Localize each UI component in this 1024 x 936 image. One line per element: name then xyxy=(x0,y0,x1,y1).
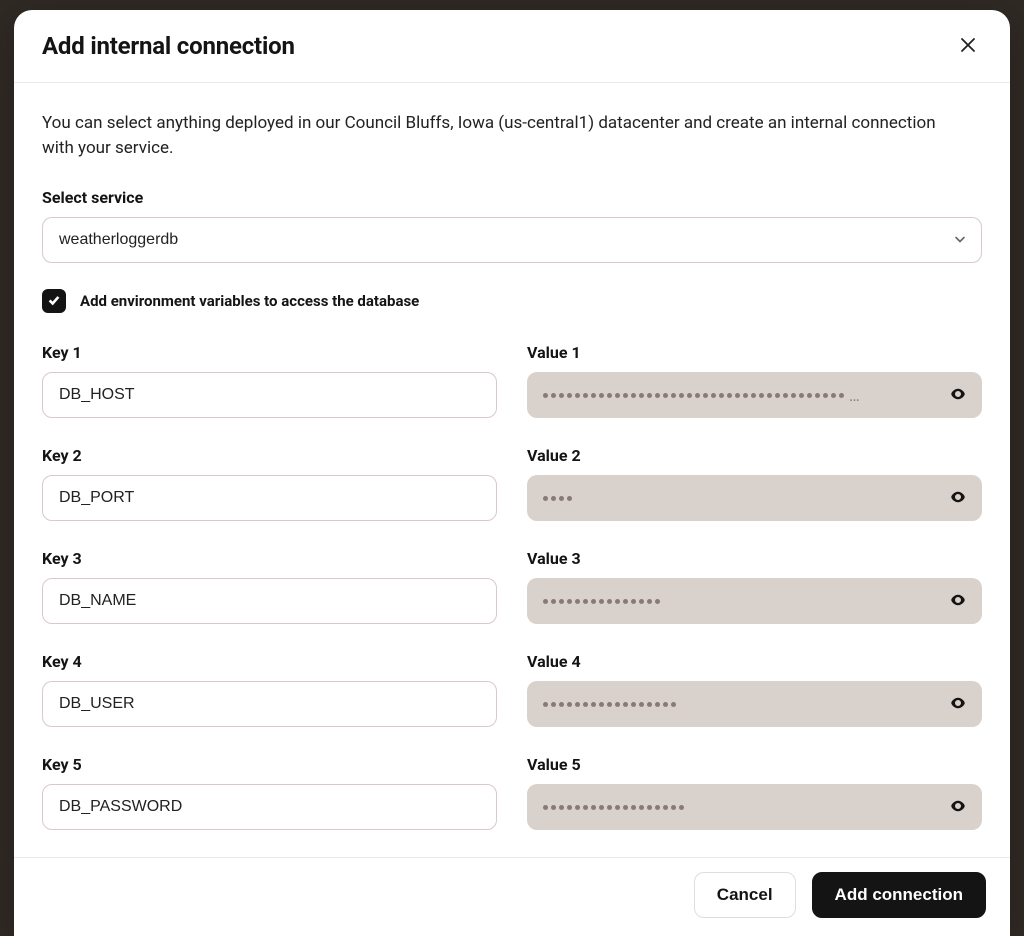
env-key-label: Key 4 xyxy=(42,652,497,671)
env-value-field[interactable]: … xyxy=(527,372,982,418)
modal-body: You can select anything deployed in our … xyxy=(14,83,1010,857)
modal-header: Add internal connection xyxy=(14,10,1010,83)
env-key-label: Key 2 xyxy=(42,446,497,465)
check-icon xyxy=(47,292,61,311)
env-vars-checkbox-label: Add environment variables to access the … xyxy=(80,292,419,310)
intro-text: You can select anything deployed in our … xyxy=(42,111,962,160)
reveal-value-button[interactable] xyxy=(944,690,972,718)
env-value-block: Value 2 xyxy=(527,446,982,521)
masked-value xyxy=(543,599,938,604)
env-key-label: Key 3 xyxy=(42,549,497,568)
select-service-dropdown[interactable] xyxy=(42,217,982,263)
add-connection-button[interactable]: Add connection xyxy=(812,872,986,918)
env-value-field[interactable] xyxy=(527,681,982,727)
env-value-field[interactable] xyxy=(527,475,982,521)
masked-value xyxy=(543,805,938,810)
env-value-label: Value 1 xyxy=(527,343,982,362)
env-key-block: Key 2 xyxy=(42,446,497,521)
env-key-input[interactable] xyxy=(42,578,497,624)
eye-icon xyxy=(949,488,967,509)
env-value-block: Value 5 xyxy=(527,755,982,830)
eye-icon xyxy=(949,694,967,715)
env-key-input[interactable] xyxy=(42,372,497,418)
masked-value: … xyxy=(543,386,938,405)
env-key-block: Key 4 xyxy=(42,652,497,727)
env-value-label: Value 4 xyxy=(527,652,982,671)
add-internal-connection-modal: Add internal connection You can select a… xyxy=(14,10,1010,936)
env-value-label: Value 3 xyxy=(527,549,982,568)
reveal-value-button[interactable] xyxy=(944,587,972,615)
select-service-wrap xyxy=(42,217,982,263)
select-service-label: Select service xyxy=(42,188,982,207)
env-value-block: Value 4 xyxy=(527,652,982,727)
env-vars-grid: Key 1 Value 1 … Key 2 Value 2 Key 3 Value 3 Key… xyxy=(42,343,982,857)
env-key-input[interactable] xyxy=(42,784,497,830)
env-key-label: Key 5 xyxy=(42,755,497,774)
reveal-value-button[interactable] xyxy=(944,793,972,821)
reveal-value-button[interactable] xyxy=(944,484,972,512)
env-value-block: Value 3 xyxy=(527,549,982,624)
eye-icon xyxy=(949,591,967,612)
env-vars-checkbox[interactable] xyxy=(42,289,66,313)
masked-value xyxy=(543,702,938,707)
modal-title: Add internal connection xyxy=(42,32,295,60)
env-key-label: Key 1 xyxy=(42,343,497,362)
env-value-field[interactable] xyxy=(527,784,982,830)
env-value-label: Value 2 xyxy=(527,446,982,465)
eye-icon xyxy=(949,797,967,818)
reveal-value-button[interactable] xyxy=(944,381,972,409)
cancel-button[interactable]: Cancel xyxy=(694,872,796,918)
env-value-label: Value 5 xyxy=(527,755,982,774)
env-key-input[interactable] xyxy=(42,475,497,521)
env-key-block: Key 5 xyxy=(42,755,497,830)
close-button[interactable] xyxy=(954,32,982,60)
masked-value xyxy=(543,496,938,501)
close-icon xyxy=(960,37,976,56)
modal-footer: Cancel Add connection xyxy=(14,857,1010,936)
env-value-field[interactable] xyxy=(527,578,982,624)
env-key-block: Key 3 xyxy=(42,549,497,624)
env-key-input[interactable] xyxy=(42,681,497,727)
env-key-block: Key 1 xyxy=(42,343,497,418)
eye-icon xyxy=(949,385,967,406)
env-vars-checkbox-row: Add environment variables to access the … xyxy=(42,289,982,313)
env-value-block: Value 1 … xyxy=(527,343,982,418)
